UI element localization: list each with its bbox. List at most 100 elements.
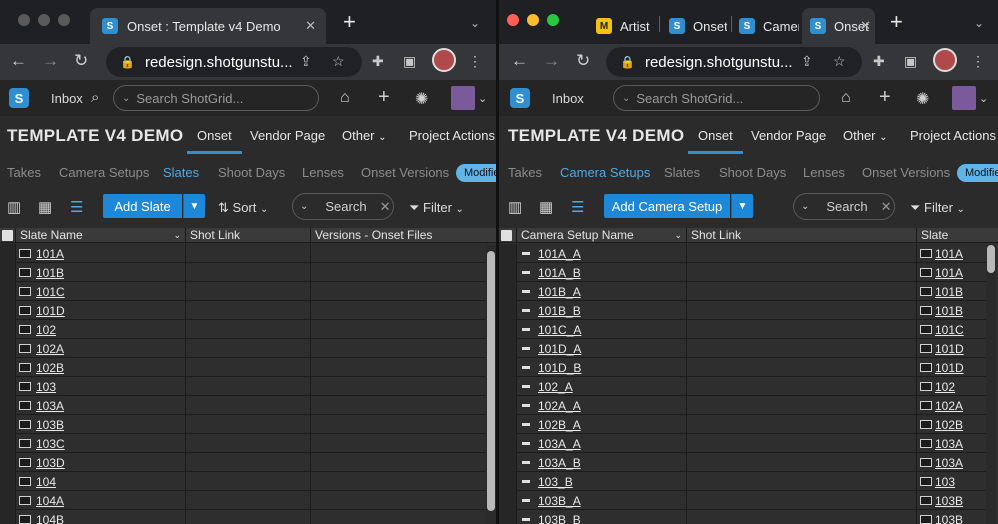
clear-search-icon[interactable]: ✕ <box>881 199 892 215</box>
add-icon[interactable]: + <box>378 86 390 109</box>
row-select-cell[interactable] <box>0 358 15 377</box>
camera-setup-name-link[interactable]: 102_A <box>538 380 573 394</box>
slate-link[interactable]: 101D <box>935 361 964 375</box>
row-select-cell[interactable] <box>0 282 15 301</box>
sort-button[interactable]: ⇅ Sort ⌄ <box>218 200 268 216</box>
filter-button[interactable]: ⏷ Filter ⌄ <box>910 200 965 216</box>
camera-setup-name-link[interactable]: 101A_A <box>538 247 581 261</box>
minimize-window-button[interactable] <box>38 14 50 26</box>
slate-name-link[interactable]: 101D <box>36 304 65 318</box>
tab-onset-versions[interactable]: Onset Versions <box>361 165 449 180</box>
slate-name-link[interactable]: 104 <box>36 475 56 489</box>
row-select-cell[interactable] <box>499 377 516 396</box>
slate-name-link[interactable]: 102B <box>36 361 64 375</box>
shot-link-cell[interactable] <box>686 491 916 510</box>
detail-view-icon[interactable]: ▥ <box>7 198 21 216</box>
browser-tab-onset-active[interactable]: S Onset ✕ <box>802 8 875 44</box>
table-row[interactable]: 102B <box>0 358 486 377</box>
add-slate-button[interactable]: Add Slate <box>103 194 182 218</box>
nav-project-actions[interactable]: Project Actions <box>409 128 495 143</box>
nav-other[interactable]: Other ⌄ <box>843 128 888 143</box>
back-button[interactable]: ← <box>10 52 27 70</box>
shot-link-cell[interactable] <box>686 358 916 377</box>
camera-setup-name-link[interactable]: 101B_A <box>538 285 581 299</box>
nav-project-actions[interactable]: Project Actions <box>910 128 996 143</box>
row-select-cell[interactable] <box>499 301 516 320</box>
column-menu-chevron-icon[interactable]: ⌄ <box>674 228 682 243</box>
shot-link-cell[interactable] <box>686 415 916 434</box>
new-tab-button[interactable]: + <box>343 11 356 33</box>
minimize-window-button[interactable] <box>527 14 539 26</box>
row-select-cell[interactable] <box>499 244 516 263</box>
column-header-versions[interactable]: Versions - Onset Files <box>310 228 486 243</box>
tab-takes[interactable]: Takes <box>508 165 542 180</box>
nav-onset[interactable]: Onset <box>187 128 242 154</box>
tab-slates[interactable]: Slates <box>664 165 700 180</box>
slate-name-link[interactable]: 103C <box>36 437 65 451</box>
versions-cell[interactable] <box>310 472 486 491</box>
slate-link[interactable]: 101B <box>935 304 963 318</box>
camera-setup-name-link[interactable]: 101A_B <box>538 266 581 280</box>
table-row[interactable]: 101D <box>0 301 486 320</box>
gift-icon[interactable]: ⌂ <box>340 89 350 107</box>
table-row[interactable]: 102 <box>0 320 486 339</box>
row-select-cell[interactable] <box>0 339 15 358</box>
bookmark-star-icon[interactable]: ☆ <box>833 53 846 70</box>
slate-link[interactable]: 103B <box>935 513 963 524</box>
table-row[interactable]: 102A_A 102A <box>499 396 986 415</box>
row-select-cell[interactable] <box>499 320 516 339</box>
tab-lenses[interactable]: Lenses <box>302 165 344 180</box>
tab-search-chevron-icon[interactable]: ⌄ <box>974 16 984 30</box>
clear-search-icon[interactable]: ✕ <box>380 199 391 215</box>
shot-link-cell[interactable] <box>686 282 916 301</box>
slate-link[interactable]: 101C <box>935 323 964 337</box>
slate-name-link[interactable]: 103A <box>36 399 64 413</box>
shot-link-cell[interactable] <box>185 396 310 415</box>
versions-cell[interactable] <box>310 491 486 510</box>
table-row[interactable]: 101D_B 101D <box>499 358 986 377</box>
row-select-cell[interactable] <box>0 415 15 434</box>
shot-link-cell[interactable] <box>686 434 916 453</box>
browser-tab-onset[interactable]: S Onset <box>669 8 727 44</box>
table-row[interactable]: 103 <box>0 377 486 396</box>
camera-setup-name-link[interactable]: 103A_A <box>538 437 581 451</box>
table-row[interactable]: 102A <box>0 339 486 358</box>
versions-cell[interactable] <box>310 244 486 263</box>
close-window-button[interactable] <box>507 14 519 26</box>
versions-cell[interactable] <box>310 358 486 377</box>
shot-link-cell[interactable] <box>185 282 310 301</box>
shot-link-cell[interactable] <box>185 301 310 320</box>
row-select-cell[interactable] <box>499 396 516 415</box>
shot-link-cell[interactable] <box>686 301 916 320</box>
shot-link-cell[interactable] <box>686 510 916 524</box>
row-select-cell[interactable] <box>499 358 516 377</box>
filter-button[interactable]: ⏷ Filter ⌄ <box>409 200 464 216</box>
shotgrid-search-input[interactable]: ⌄ Search ShotGrid... <box>613 85 820 111</box>
brightness-icon[interactable]: ✺ <box>415 89 428 109</box>
versions-cell[interactable] <box>310 320 486 339</box>
row-select-cell[interactable] <box>0 434 15 453</box>
shot-link-cell[interactable] <box>686 472 916 491</box>
extensions-icon[interactable]: ✚ <box>372 53 384 70</box>
tab-search-chevron-icon[interactable]: ⌄ <box>470 16 480 30</box>
shotgrid-logo-icon[interactable]: S <box>9 88 29 108</box>
slate-name-link[interactable]: 104A <box>36 494 64 508</box>
slate-name-link[interactable]: 101A <box>36 247 64 261</box>
slate-link[interactable]: 101A <box>935 266 963 280</box>
slate-name-link[interactable]: 104B <box>36 513 64 524</box>
slate-name-link[interactable]: 101C <box>36 285 65 299</box>
address-bar[interactable]: 🔒 redesign.shotgunstu... <box>106 47 362 77</box>
table-row[interactable]: 103B_A 103B <box>499 491 986 510</box>
search-icon[interactable]: ⌕ <box>91 89 99 106</box>
column-header-shot-link[interactable]: Shot Link <box>686 228 916 243</box>
row-select-cell[interactable] <box>499 263 516 282</box>
versions-cell[interactable] <box>310 282 486 301</box>
browser-tab-artist[interactable]: M Artist <box>596 8 658 44</box>
extensions-icon[interactable]: ✚ <box>873 53 885 70</box>
tab-shoot-days[interactable]: Shoot Days <box>218 165 285 180</box>
slate-name-link[interactable]: 102A <box>36 342 64 356</box>
row-select-cell[interactable] <box>0 263 15 282</box>
select-all-checkbox[interactable] <box>501 230 512 241</box>
vertical-scrollbar[interactable] <box>986 245 996 524</box>
row-select-cell[interactable] <box>499 491 516 510</box>
